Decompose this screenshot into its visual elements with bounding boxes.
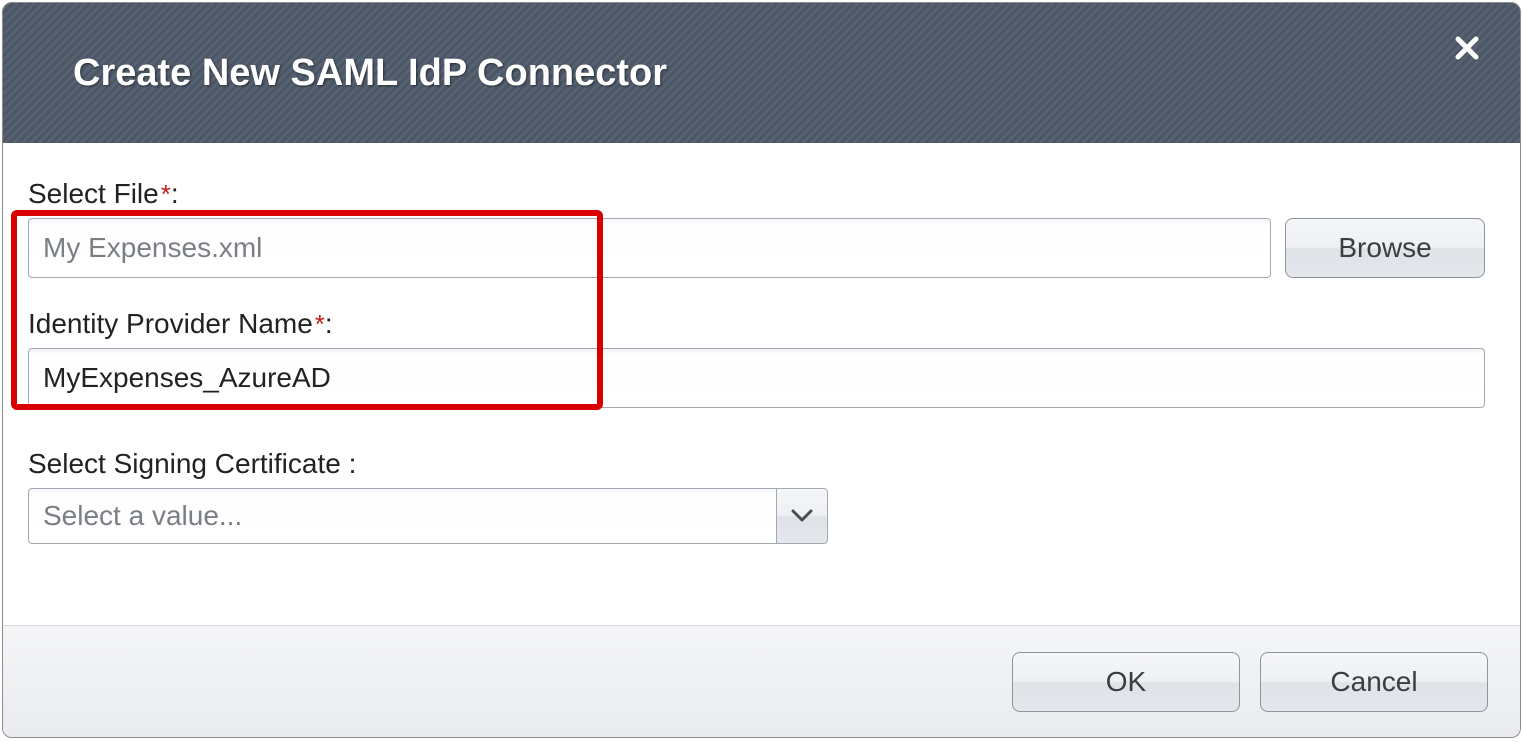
dialog-header: Create New SAML IdP Connector	[3, 3, 1520, 143]
cert-label: Select Signing Certificate :	[28, 448, 1485, 480]
idp-label-text: Identity Provider Name	[28, 308, 313, 340]
cert-select-value: Select a value...	[28, 488, 776, 544]
idp-section: Identity Provider Name * :	[28, 308, 1485, 408]
dialog-footer: OK Cancel	[3, 625, 1520, 737]
file-label: Select File * :	[28, 178, 1485, 210]
file-section: Select File * : Browse	[28, 178, 1485, 278]
required-mark: *	[161, 179, 171, 210]
dialog-title: Create New SAML IdP Connector	[73, 52, 667, 95]
dialog-body: Select File * : Browse Identity Provider…	[3, 143, 1520, 625]
cancel-button[interactable]: Cancel	[1260, 652, 1488, 712]
file-input[interactable]	[28, 218, 1271, 278]
idp-label: Identity Provider Name * :	[28, 308, 1485, 340]
idp-label-suffix: :	[325, 308, 333, 340]
cert-select[interactable]: Select a value...	[28, 488, 828, 544]
chevron-down-icon[interactable]	[776, 488, 828, 544]
close-icon[interactable]	[1454, 31, 1480, 70]
dialog: Create New SAML IdP Connector Select Fil…	[2, 2, 1521, 738]
file-label-text: Select File	[28, 178, 159, 210]
cert-section: Select Signing Certificate : Select a va…	[28, 448, 1485, 544]
required-mark: *	[315, 309, 325, 340]
file-row: Browse	[28, 218, 1485, 278]
idp-name-input[interactable]	[28, 348, 1485, 408]
ok-button[interactable]: OK	[1012, 652, 1240, 712]
file-label-suffix: :	[171, 178, 179, 210]
cert-label-text: Select Signing Certificate :	[28, 448, 356, 480]
browse-button[interactable]: Browse	[1285, 218, 1485, 278]
